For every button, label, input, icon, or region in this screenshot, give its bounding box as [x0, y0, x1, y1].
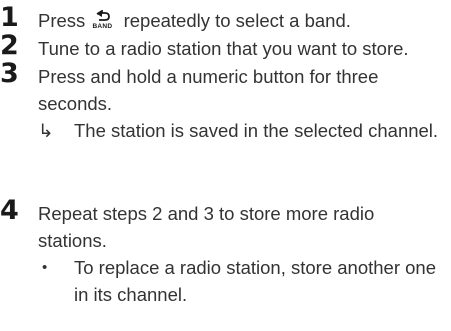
step-bullet: • To replace a radio station, store anot…	[38, 254, 448, 308]
step-number: 3	[0, 58, 19, 89]
step-text: Repeat steps 2 and 3 to store more radio…	[38, 203, 375, 251]
step-number: 2	[0, 30, 19, 61]
step-result: ↳ The station is saved in the selected c…	[38, 117, 448, 144]
step-number: 1	[0, 2, 19, 33]
step-number: 4	[0, 195, 19, 226]
result-text: The station is saved in the selected cha…	[74, 120, 439, 141]
bullet-text: To replace a radio station, store anothe…	[74, 257, 437, 305]
result-arrow-icon: ↳	[38, 120, 54, 141]
step-text-block: Repeat steps 2 and 3 to store more radio…	[38, 200, 448, 308]
band-icon-label: BAND	[92, 23, 113, 30]
step-text-before-icon: Press	[38, 10, 86, 31]
step-text: Tune to a radio station that you want to…	[38, 38, 409, 59]
return-arrow-icon	[96, 10, 111, 21]
step-text-after-icon: repeatedly to select a band.	[123, 10, 351, 31]
step-text: Press BAND repeatedly to select a band.	[38, 7, 448, 34]
step-text: Press and hold a numeric button for thre…	[38, 66, 379, 114]
band-return-icon: BAND	[92, 10, 116, 30]
step-text-block: Press and hold a numeric button for thre…	[38, 63, 448, 144]
bullet-icon: •	[42, 259, 48, 276]
